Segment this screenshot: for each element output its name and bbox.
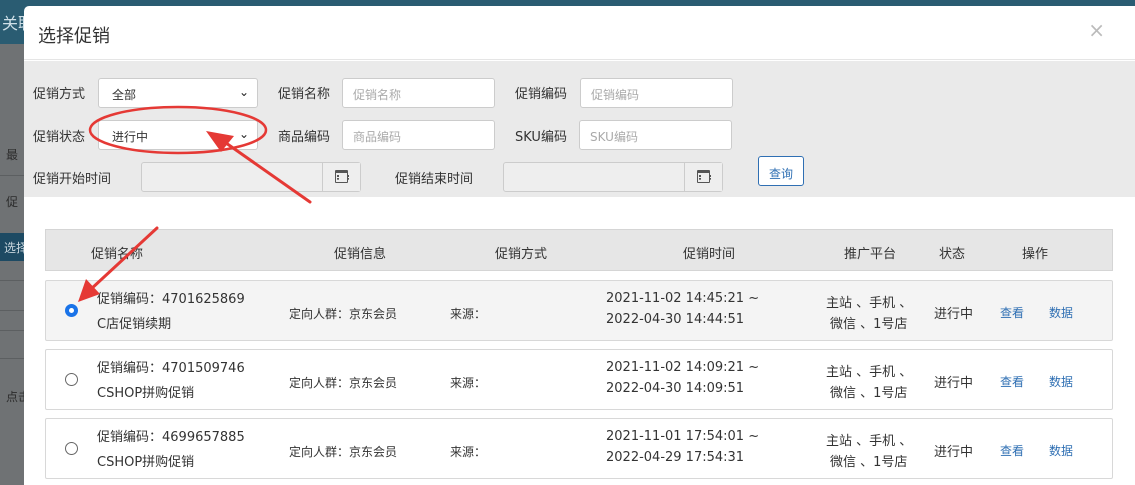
end-time-input[interactable] xyxy=(503,162,723,192)
background-divider xyxy=(0,310,24,311)
promo-time-end: 2022-04-30 14:09:51 xyxy=(606,381,745,396)
promo-name-cell: CSHOP拼购促销 xyxy=(97,386,195,401)
start-calendar-button[interactable] xyxy=(322,163,360,191)
status-cell: 进行中 xyxy=(934,376,974,391)
column-header: 推广平台 xyxy=(844,247,897,262)
promo-info-cell: 定向人群：京东会员 xyxy=(289,307,398,321)
column-header: 促销名称 xyxy=(91,247,144,262)
status-cell: 进行中 xyxy=(934,445,974,460)
end-time-label: 促销结束时间 xyxy=(395,172,474,187)
promo-code-cell: 促销编码：4699657885 xyxy=(97,430,245,445)
background-text: 促 xyxy=(6,195,19,209)
close-icon[interactable]: × xyxy=(1088,18,1105,42)
background-sidebar xyxy=(0,44,24,485)
background-divider xyxy=(0,175,24,176)
background-text: 最 xyxy=(6,148,19,162)
query-button[interactable]: 查询 xyxy=(758,156,804,186)
column-header: 促销方式 xyxy=(495,247,548,262)
column-header: 操作 xyxy=(1022,247,1049,262)
product-code-input[interactable]: 商品编码 xyxy=(342,120,495,150)
start-time-input[interactable] xyxy=(141,162,361,192)
view-link[interactable]: 查看 xyxy=(1000,442,1024,459)
promo-time-end: 2022-04-30 14:44:51 xyxy=(606,312,745,327)
calendar-icon xyxy=(697,170,711,183)
table-row[interactable]: 促销编码：4701625869 C店促销续期 定向人群：京东会员 来源： 202… xyxy=(45,280,1113,341)
promo-time-start: 2021-11-01 17:54:01 ~ xyxy=(606,429,760,444)
platform-line2: 微信 、1号店 xyxy=(830,317,908,332)
data-link[interactable]: 数据 xyxy=(1049,304,1073,321)
column-header: 促销时间 xyxy=(683,247,736,262)
row-radio[interactable] xyxy=(65,442,78,455)
table-row[interactable]: 促销编码：4699657885 CSHOP拼购促销 定向人群：京东会员 来源： … xyxy=(45,418,1113,479)
platform-line2: 微信 、1号店 xyxy=(830,455,908,470)
promo-code-cell: 促销编码：4701509746 xyxy=(97,361,245,376)
view-link[interactable]: 查看 xyxy=(1000,304,1024,321)
background-select-button: 选择 xyxy=(0,233,24,261)
promo-code-cell: 促销编码：4701625869 xyxy=(97,292,245,307)
promo-info-cell: 定向人群：京东会员 xyxy=(289,376,398,390)
promo-name-label: 促销名称 xyxy=(278,87,331,102)
platform-line1: 主站 、手机 、 xyxy=(826,434,913,449)
promo-method-select[interactable]: 全部 ⌄ xyxy=(98,78,258,108)
promo-status-label: 促销状态 xyxy=(33,130,86,145)
calendar-icon xyxy=(335,170,349,183)
column-header: 状态 xyxy=(939,247,966,262)
table-row[interactable]: 促销编码：4701509746 CSHOP拼购促销 定向人群：京东会员 来源： … xyxy=(45,349,1113,410)
promo-code-label: 促销编码 xyxy=(515,87,568,102)
start-time-label: 促销开始时间 xyxy=(33,172,112,187)
promo-info-cell: 定向人群：京东会员 xyxy=(289,445,398,459)
promo-name-cell: C店促销续期 xyxy=(97,317,172,332)
column-header: 促销信息 xyxy=(334,247,387,262)
chevron-down-icon: ⌄ xyxy=(238,85,249,99)
platform-line2: 微信 、1号店 xyxy=(830,386,908,401)
view-link[interactable]: 查看 xyxy=(1000,373,1024,390)
promo-name-cell: CSHOP拼购促销 xyxy=(97,455,195,470)
promo-method-label: 促销方式 xyxy=(33,87,86,102)
promo-source-cell: 来源： xyxy=(450,376,487,390)
row-radio[interactable] xyxy=(65,373,78,386)
modal-title: 选择促销 xyxy=(38,26,110,47)
background-divider xyxy=(0,358,24,359)
data-link[interactable]: 数据 xyxy=(1049,373,1073,390)
product-code-label: 商品编码 xyxy=(278,130,331,145)
background-text: 点击 xyxy=(6,390,24,404)
status-cell: 进行中 xyxy=(934,307,974,322)
promo-source-cell: 来源： xyxy=(450,445,487,459)
promo-code-input[interactable]: 促销编码 xyxy=(580,78,733,108)
sku-code-input[interactable]: SKU编码 xyxy=(579,120,732,150)
promo-method-value: 全部 xyxy=(112,88,137,102)
promo-time-start: 2021-11-02 14:45:21 ~ xyxy=(606,291,760,306)
row-radio[interactable] xyxy=(65,304,78,317)
filter-panel: 促销方式 全部 ⌄ 促销名称 促销名称 促销编码 促销编码 促销状态 进行中 ⌄… xyxy=(24,61,1135,197)
promo-status-value: 进行中 xyxy=(112,130,149,144)
background-divider xyxy=(0,330,24,331)
promo-time-start: 2021-11-02 14:09:21 ~ xyxy=(606,360,760,375)
platform-line1: 主站 、手机 、 xyxy=(826,365,913,380)
select-promotion-modal: 选择促销 × 促销方式 全部 ⌄ 促销名称 促销名称 促销编码 促销编码 促销状… xyxy=(24,6,1135,485)
promo-time-end: 2022-04-29 17:54:31 xyxy=(606,450,745,465)
chevron-down-icon: ⌄ xyxy=(238,127,249,141)
promo-status-select[interactable]: 进行中 ⌄ xyxy=(98,120,258,150)
modal-header: 选择促销 × xyxy=(24,6,1135,60)
platform-line1: 主站 、手机 、 xyxy=(826,296,913,311)
data-link[interactable]: 数据 xyxy=(1049,442,1073,459)
sku-code-label: SKU编码 xyxy=(515,130,567,145)
promo-name-input[interactable]: 促销名称 xyxy=(342,78,495,108)
promo-source-cell: 来源： xyxy=(450,307,487,321)
end-calendar-button[interactable] xyxy=(684,163,722,191)
background-divider xyxy=(0,280,24,281)
table-header: 促销名称 促销信息 促销方式 促销时间 推广平台 状态 操作 xyxy=(45,229,1113,271)
